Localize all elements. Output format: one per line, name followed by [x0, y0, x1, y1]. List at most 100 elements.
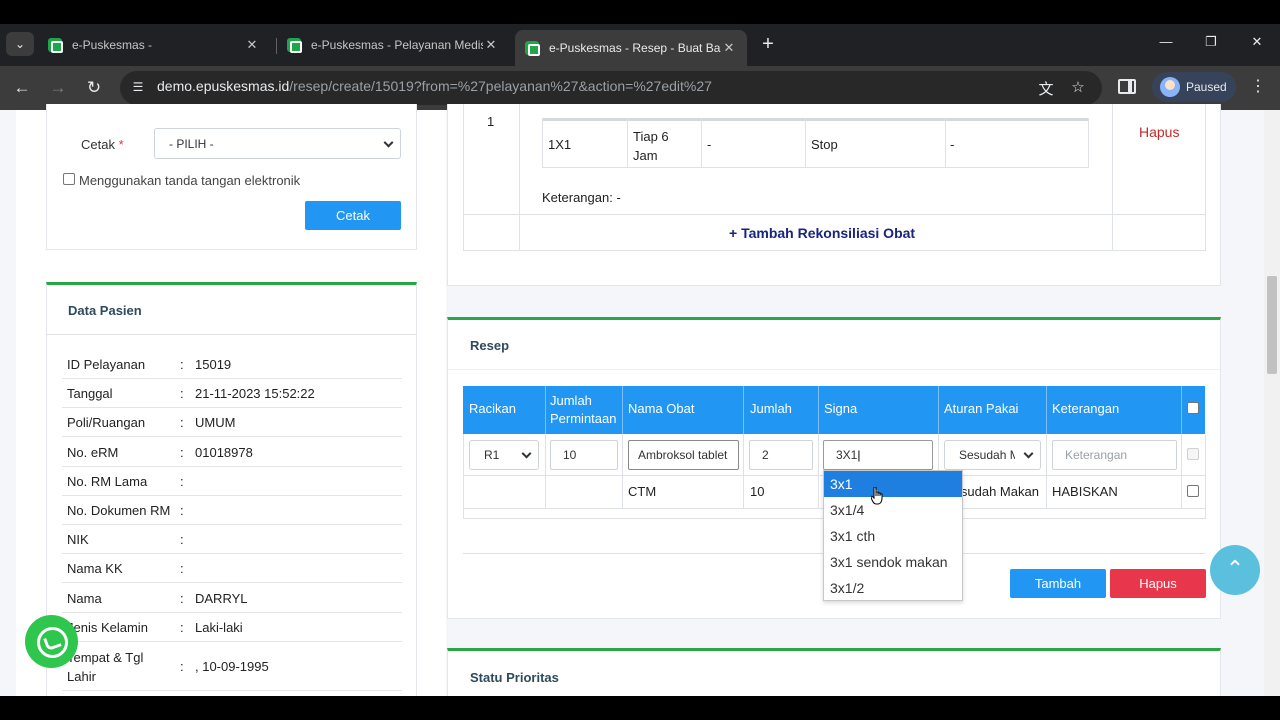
nama-obat-input[interactable]: Ambroksol tablet	[628, 440, 739, 470]
site-settings-icon[interactable]: ☰	[130, 79, 146, 95]
epuskesmas-favicon-icon	[48, 38, 63, 53]
patient-row: No. eRM:01018978	[62, 438, 402, 467]
patient-card-title: Data Pasien	[68, 303, 142, 318]
patient-row: NIK:	[62, 525, 402, 554]
column-header-aturan-pakai: Aturan Pakai	[944, 401, 1019, 416]
suggestion-item[interactable]: 3x1	[824, 471, 962, 497]
tab-title: e-Puskesmas - Resep - Buat Baru	[549, 41, 721, 55]
add-reconciliation-link[interactable]: + Tambah Rekonsiliasi Obat	[729, 225, 915, 241]
url-path: /resep/create/15019?from=%27pelayanan%27…	[289, 78, 712, 94]
browser-tab-2[interactable]: e-Puskesmas - Pelayanan Medis ✕	[277, 30, 509, 60]
new-tab-icon[interactable]: +	[756, 33, 780, 57]
reconciliation-cell: 1X1	[548, 137, 572, 152]
reload-icon[interactable]: ↻	[82, 76, 106, 100]
aturan-pakai-select[interactable]: Sesudah Makan	[944, 440, 1041, 470]
resep-card-title: Resep	[470, 338, 510, 353]
cetak-select-value: - PILIH -	[169, 136, 214, 151]
reconciliation-cell: -	[950, 137, 955, 152]
tab-search-icon[interactable]: ⌄	[6, 32, 34, 56]
header-separator	[1046, 386, 1047, 434]
suggestion-item[interactable]: 3x1/4	[824, 497, 962, 523]
url-host: demo.epuskesmas.id	[157, 78, 290, 94]
table-border	[463, 434, 464, 518]
profile-button[interactable]: Paused	[1152, 72, 1236, 102]
jumlah-input[interactable]: 2	[749, 440, 813, 470]
cetak-select[interactable]: - PILIH -	[154, 128, 401, 159]
table-border	[818, 434, 819, 508]
hapus-reconciliation-link[interactable]: Hapus	[1139, 124, 1179, 140]
racikan-select[interactable]: R1	[469, 440, 539, 470]
suggestion-item[interactable]: 3x1 cth	[824, 523, 962, 549]
resep-nama-obat: CTM	[628, 484, 657, 499]
table-border	[622, 434, 623, 508]
resep-row-checkbox[interactable]	[1187, 485, 1199, 497]
inner-table-border	[627, 118, 628, 168]
screen-top-bar	[0, 0, 1280, 24]
inner-table-border	[701, 118, 702, 168]
select-all-checkbox[interactable]	[1187, 402, 1199, 414]
inner-table-border	[1088, 118, 1089, 168]
whatsapp-icon[interactable]	[25, 615, 78, 668]
suggestion-item[interactable]: 3x1/2	[824, 575, 962, 601]
signa-input[interactable]: 3X1 |	[823, 440, 933, 470]
resep-jumlah: 10	[750, 484, 765, 499]
translate-icon[interactable]: 文	[1036, 78, 1056, 99]
patient-row: ID Pelayanan:15019	[62, 350, 402, 379]
table-border	[1046, 434, 1047, 508]
table-border	[1205, 104, 1206, 251]
chevron-down-icon	[1023, 448, 1034, 459]
menu-kebab-icon[interactable]: ⋮	[1250, 76, 1266, 96]
table-border	[545, 434, 546, 508]
reconciliation-keterangan: Keterangan: -	[542, 190, 621, 205]
browser-tab-active[interactable]: e-Puskesmas - Resep - Buat Baru ✕	[515, 30, 747, 66]
divider	[47, 334, 416, 335]
reconciliation-cell: Stop	[811, 137, 838, 152]
epuskesmas-favicon-icon	[525, 41, 540, 56]
scroll-to-top-icon[interactable]: ⌃	[1210, 545, 1260, 595]
tab-close-icon[interactable]: ✕	[721, 40, 737, 56]
status-prioritas-title: Statu Prioritas	[470, 670, 559, 685]
suggestion-item[interactable]: 3x1 sendok makan	[824, 549, 962, 575]
signa-input-value: 3X1	[836, 448, 858, 462]
tab-title: e-Puskesmas -	[72, 38, 153, 52]
aturan-pakai-select-value: Sesudah Makan	[959, 448, 1015, 462]
browser-tab-1[interactable]: e-Puskesmas - ✕	[38, 30, 270, 60]
divider	[448, 369, 1220, 370]
input-row-checkbox	[1187, 448, 1199, 460]
restore-icon[interactable]: ❐	[1199, 34, 1223, 50]
cetak-button[interactable]: Cetak	[305, 201, 401, 230]
table-border	[463, 214, 1206, 215]
page-scrollbar[interactable]	[1264, 110, 1280, 696]
inner-table-border	[542, 167, 1089, 168]
keterangan-input[interactable]: Keterangan	[1052, 440, 1177, 470]
scrollbar-thumb[interactable]	[1267, 276, 1277, 374]
minimize-icon[interactable]: —	[1154, 34, 1178, 49]
forward-icon[interactable]: →	[46, 76, 70, 100]
hand-cursor-icon	[871, 487, 883, 505]
back-icon[interactable]: ←	[10, 76, 34, 100]
cetak-label: Cetak *	[81, 137, 124, 152]
url-text[interactable]: demo.epuskesmas.id/resep/create/15019?fr…	[157, 78, 712, 94]
tab-close-icon[interactable]: ✕	[483, 37, 499, 53]
hapus-button[interactable]: Hapus	[1110, 569, 1206, 598]
patient-row: Nama KK:	[62, 554, 402, 583]
header-separator	[1181, 386, 1182, 434]
inner-table-border	[805, 118, 806, 168]
patient-row: Nama: DARRYL	[62, 584, 402, 613]
profile-label: Paused	[1186, 80, 1227, 94]
side-panel-icon[interactable]	[1118, 79, 1136, 94]
tab-close-icon[interactable]: ✕	[244, 37, 260, 53]
avatar	[1160, 77, 1180, 97]
racikan-select-value: R1	[484, 448, 500, 462]
table-border	[1181, 434, 1182, 508]
column-header-nama-obat: Nama Obat	[628, 401, 695, 416]
esign-checkbox[interactable]	[63, 173, 75, 185]
header-separator	[818, 386, 819, 434]
chevron-down-icon	[383, 137, 394, 148]
table-border	[743, 434, 744, 508]
bookmark-star-icon[interactable]: ☆	[1068, 78, 1088, 96]
window-close-icon[interactable]: ✕	[1245, 34, 1269, 50]
jumlah-permintaan-input[interactable]: 10	[550, 440, 618, 470]
resep-keterangan: HABISKAN	[1052, 484, 1118, 499]
tambah-button[interactable]: Tambah	[1010, 569, 1106, 598]
